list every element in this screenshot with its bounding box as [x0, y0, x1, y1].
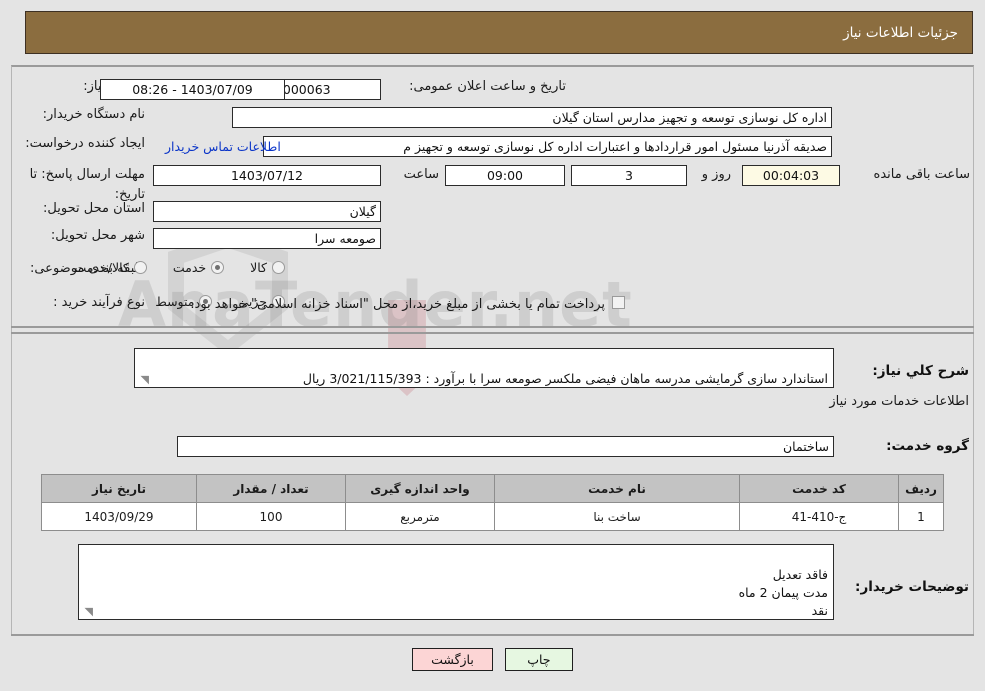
cell-quantity: 100 [196, 502, 346, 531]
cell-need-date: 1403/09/29 [41, 502, 197, 531]
radio-icon-kala[interactable] [272, 261, 285, 274]
city-value[interactable]: صومعه سرا [153, 228, 381, 249]
col-quantity: تعداد / مقدار [196, 474, 346, 503]
deadline-hour-value[interactable]: 09:00 [445, 165, 565, 186]
service-group-label: گروه خدمت: [886, 438, 969, 454]
announce-datetime-label-wrap: تاریخ و ساعت اعلان عمومی: [409, 79, 566, 94]
page-root: AnaTender.net جزئیات اطلاعات نیاز شماره … [0, 0, 985, 691]
cell-name: ساخت بنا [494, 502, 740, 531]
section-divider-bottom [11, 634, 974, 636]
cell-unit: مترمربع [345, 502, 495, 531]
deadline-label: مهلت ارسال پاسخ: تا تاریخ: [29, 167, 145, 203]
cell-code: ج-410-41 [739, 502, 899, 531]
remaining-days-suffix: روز و [701, 167, 731, 182]
category-option-kala[interactable]: کالا [250, 260, 285, 275]
request-creator-label: ایجاد کننده درخواست: [25, 136, 145, 151]
buyer-org-value[interactable]: اداره کل نوسازی توسعه و تجهیز مدارس استا… [232, 107, 832, 128]
back-button[interactable]: بازگشت [412, 648, 493, 671]
category-option-kala-khedmat-label: کالا/خدمت [74, 260, 129, 275]
buyer-org-label: نام دستگاه خریدار: [42, 107, 145, 122]
announce-datetime-value[interactable]: 1403/07/09 - 08:26 [100, 79, 285, 100]
category-radio-group: کالا خدمت کالا/خدمت [48, 260, 285, 275]
category-option-khedmat[interactable]: خدمت [172, 260, 225, 275]
col-index: ردیف [898, 474, 944, 503]
services-heading: اطلاعات خدمات مورد نیاز [829, 394, 969, 409]
description-label: شرح کلي نیاز: [872, 363, 969, 379]
description-textarea[interactable]: استاندارد سازی گرمایشی مدرسه ماهان فیضی … [134, 348, 834, 388]
description-value: استاندارد سازی گرمایشی مدرسه ماهان فیضی … [302, 371, 828, 387]
buyer-notes-label: توضیحات خریدار: [855, 579, 969, 595]
print-button[interactable]: چاپ [504, 648, 573, 671]
buyer-notes-value: فاقد تعدیل مدت پیمان 2 ماه نقد [738, 567, 828, 619]
page-header-bar: جزئیات اطلاعات نیاز [25, 11, 973, 54]
remaining-time-countdown: 00:04:03 [742, 165, 840, 186]
resize-grip-icon-notes[interactable]: ◥ [81, 606, 93, 618]
service-group-value[interactable]: ساختمان [177, 436, 834, 457]
services-table: ردیف کد خدمت نام خدمت واحد اندازه گیری ت… [41, 474, 944, 531]
category-option-khedmat-label: خدمت [172, 260, 207, 275]
buyer-notes-textarea[interactable]: فاقد تعدیل مدت پیمان 2 ماه نقد ◥ [78, 544, 834, 620]
deadline-hour-label: ساعت [403, 167, 439, 182]
province-value[interactable]: گیلان [153, 201, 381, 222]
buyer-org-label-wrap: نام دستگاه خریدار: [43, 107, 145, 122]
radio-icon-kala-khedmat[interactable] [133, 261, 147, 274]
section-divider-description-2 [11, 332, 974, 334]
table-header-row: ردیف کد خدمت نام خدمت واحد اندازه گیری ت… [41, 474, 944, 503]
footer-button-bar: بازگشت چاپ [0, 648, 985, 671]
radio-icon-khedmat[interactable] [211, 261, 225, 274]
announce-datetime-label: تاریخ و ساعت اعلان عمومی: [409, 79, 566, 94]
col-unit: واحد اندازه گیری [345, 474, 495, 503]
section-divider-description [11, 326, 974, 328]
remaining-days-value[interactable]: 3 [571, 165, 687, 186]
category-option-kala-label: کالا [250, 260, 267, 275]
page-title: جزئیات اطلاعات نیاز [843, 24, 958, 41]
treasury-checkbox[interactable] [612, 296, 625, 309]
category-option-kala-khedmat[interactable]: کالا/خدمت [74, 260, 147, 275]
resize-grip-icon[interactable]: ◥ [137, 374, 149, 386]
col-need-date: تاریخ نیاز [41, 474, 197, 503]
deadline-date-value[interactable]: 1403/07/12 [153, 165, 381, 186]
request-creator-label-wrap: ایجاد کننده درخواست: [25, 136, 145, 151]
col-code: کد خدمت [739, 474, 899, 503]
province-label: استان محل تحویل: [43, 201, 145, 216]
cell-index: 1 [898, 502, 944, 531]
remaining-time-suffix: ساعت باقی مانده [873, 167, 970, 182]
city-label: شهر محل تحویل: [50, 228, 145, 243]
buyer-contact-link[interactable]: اطلاعات تماس خریدار [165, 139, 281, 154]
deadline-label-wrap: مهلت ارسال پاسخ: تا تاریخ: [15, 163, 145, 204]
treasury-note-text: پرداخت تمام یا بخشی از مبلغ خرید،از محل … [190, 297, 605, 312]
city-label-wrap: شهر محل تحویل: [51, 228, 145, 243]
request-creator-value[interactable]: صدیقه آذرنیا مسئول امور قراردادها و اعتب… [263, 136, 832, 157]
process-option-motavaset-label: متوسط [155, 294, 195, 309]
province-label-wrap: استان محل تحویل: [43, 201, 145, 216]
table-row: 1 ج-410-41 ساخت بنا مترمربع 100 1403/09/… [41, 502, 944, 531]
col-name: نام خدمت [494, 474, 740, 503]
